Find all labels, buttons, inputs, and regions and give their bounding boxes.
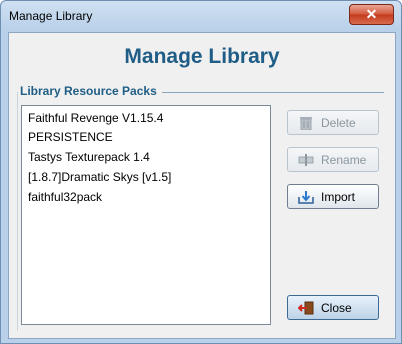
title-bar[interactable]: Manage Library ✕ <box>1 1 401 31</box>
dialog-content: Manage Library Library Resource Packs Fa… <box>8 32 396 339</box>
trash-icon <box>300 117 312 130</box>
list-item[interactable]: PERSISTENCE <box>28 130 113 144</box>
resource-pack-list[interactable]: Faithful Revenge V1.15.4 PERSISTENCE Tas… <box>21 105 271 325</box>
list-item[interactable]: faithful32pack <box>28 190 102 204</box>
close-button[interactable]: Close <box>287 295 379 320</box>
list-item[interactable]: [1.8.7]Dramatic Skys [v1.5] <box>28 170 171 184</box>
import-button[interactable]: Import <box>287 184 379 209</box>
list-item[interactable]: Tastys Texturepack 1.4 <box>28 150 150 164</box>
delete-button[interactable]: Delete <box>287 110 379 135</box>
import-icon <box>298 191 314 204</box>
exit-door-icon <box>298 301 314 315</box>
import-label: Import <box>321 190 356 204</box>
page-title: Manage Library <box>124 45 280 68</box>
rename-button[interactable]: Rename <box>287 147 379 172</box>
close-label: Close <box>321 301 352 315</box>
window-title: Manage Library <box>9 9 93 23</box>
rename-label: Rename <box>321 153 367 167</box>
manage-library-window: Manage Library ✕ Manage Library Library … <box>0 0 402 344</box>
group-divider <box>162 92 384 93</box>
list-item[interactable]: Faithful Revenge V1.15.4 <box>28 111 163 125</box>
rename-icon <box>298 154 314 166</box>
window-close-button[interactable]: ✕ <box>349 4 394 25</box>
delete-label: Delete <box>321 116 356 130</box>
group-label: Library Resource Packs <box>20 84 161 98</box>
